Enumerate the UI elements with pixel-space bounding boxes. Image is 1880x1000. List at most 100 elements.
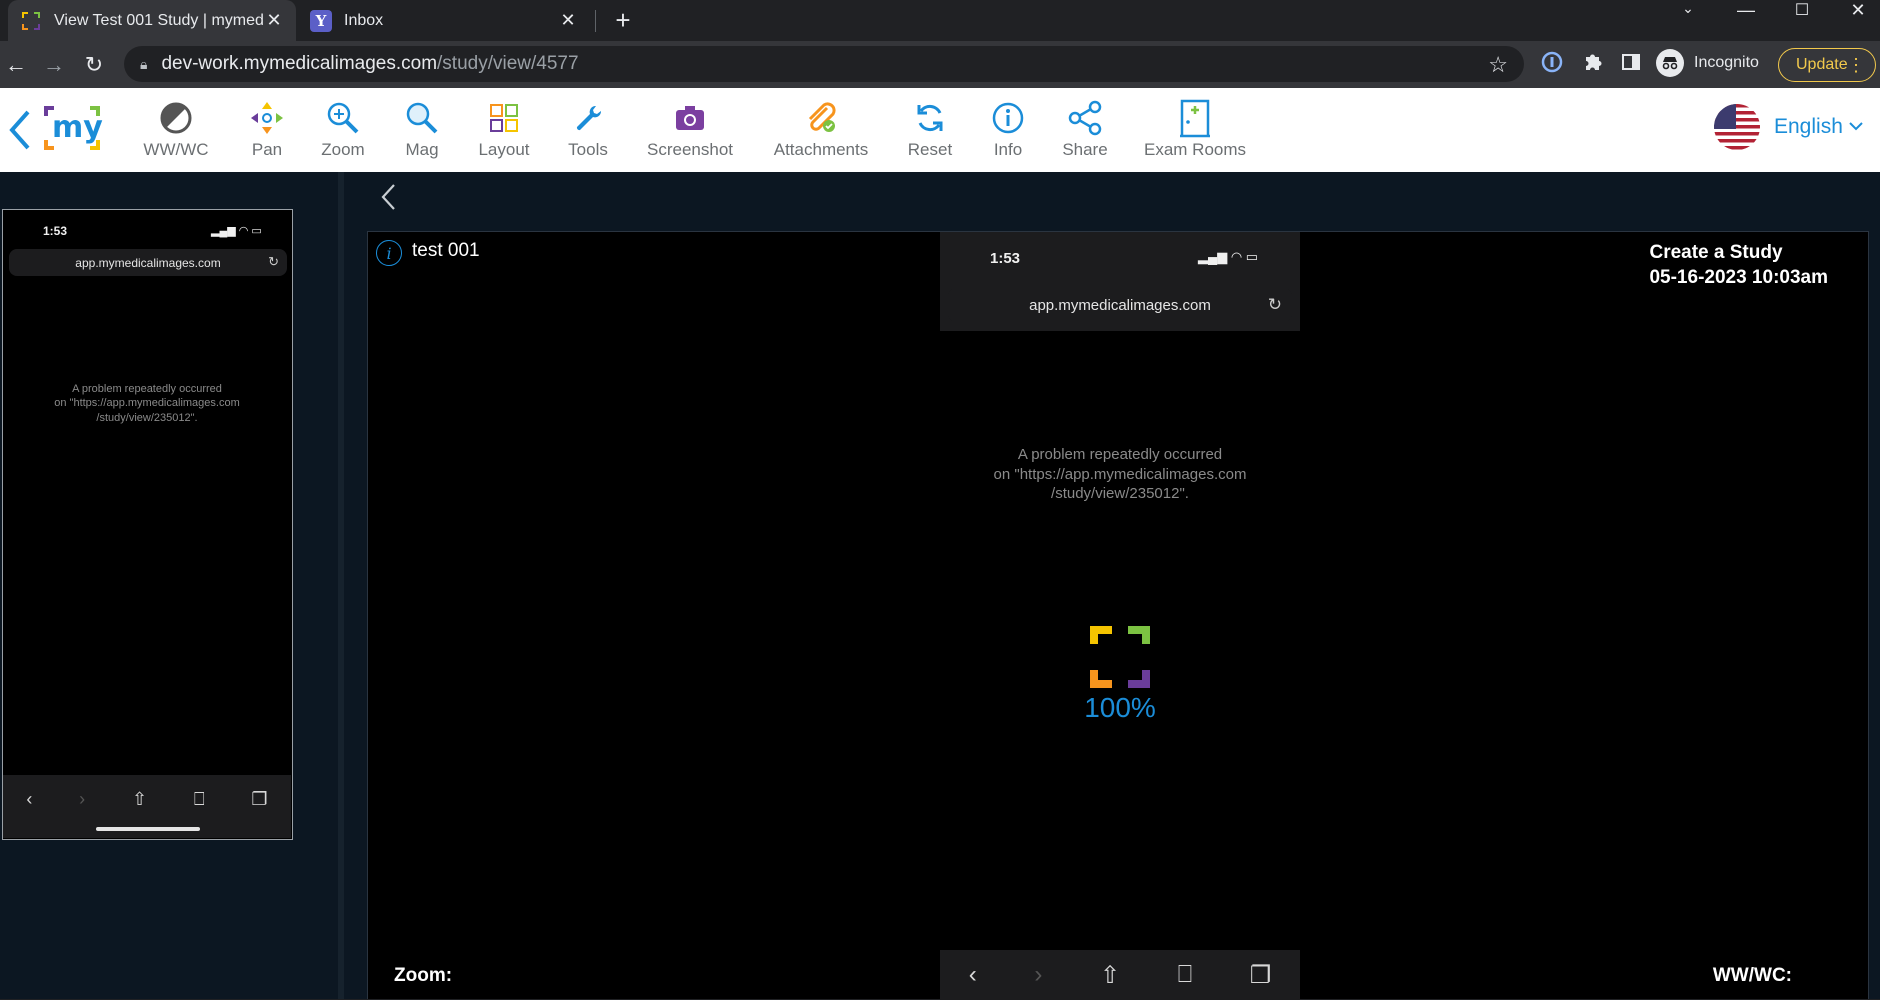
error-line: /study/view/235012". bbox=[1051, 485, 1189, 502]
thumb-forward-icon: › bbox=[79, 789, 86, 809]
bookmark-star-icon[interactable]: ☆ bbox=[1488, 52, 1508, 78]
zoom-overlay-label: Zoom: bbox=[394, 965, 453, 986]
tool-pan-button[interactable]: Pan bbox=[237, 88, 297, 172]
wrench-icon bbox=[572, 96, 604, 140]
thumb-error-message: A problem repeatedly occurred on "https:… bbox=[3, 382, 291, 425]
image-back-icon: ‹ bbox=[968, 961, 977, 988]
more-menu-icon[interactable]: ⋮ bbox=[1847, 55, 1865, 76]
lock-icon: 🔒︎ bbox=[140, 55, 148, 72]
image-viewport[interactable]: i test 001 Create a Study 05-16-2023 10:… bbox=[367, 231, 1869, 1000]
zoom-icon bbox=[326, 96, 360, 140]
thumb-url-text: app.mymedicalimages.com bbox=[75, 255, 221, 270]
loading-indicator: 100% bbox=[1078, 622, 1162, 732]
tool-screenshot-button[interactable]: Screenshot bbox=[640, 88, 740, 172]
incognito-profile[interactable]: Incognito bbox=[1656, 49, 1759, 77]
close-tab-icon[interactable]: ✕ bbox=[558, 10, 578, 31]
tool-mag-button[interactable]: Mag bbox=[392, 88, 452, 172]
thumb-tabs-icon: ❐ bbox=[251, 789, 268, 809]
password-manager-icon[interactable] bbox=[1539, 51, 1565, 77]
tool-label: Mag bbox=[405, 140, 439, 159]
error-line: A problem repeatedly occurred bbox=[72, 383, 222, 395]
error-line: /study/view/235012". bbox=[96, 411, 198, 424]
app-back-chevron-icon[interactable] bbox=[6, 104, 34, 156]
extensions-puzzle-icon[interactable] bbox=[1580, 51, 1606, 77]
tool-label: Reset bbox=[907, 140, 953, 159]
tool-zoom-button[interactable]: Zoom bbox=[313, 88, 373, 172]
tool-label: Exam Rooms bbox=[1143, 140, 1247, 159]
incognito-icon bbox=[1656, 49, 1684, 77]
tool-label: WW/WC bbox=[143, 140, 209, 159]
url-path: /study/view/4577 bbox=[437, 53, 579, 74]
tool-exam-rooms-button[interactable]: Exam Rooms bbox=[1138, 88, 1252, 172]
image-reload-icon: ↻ bbox=[1267, 295, 1282, 314]
tab-inbox[interactable]: Y Inbox ✕ bbox=[298, 0, 590, 41]
image-safari-toolbar: ‹ › ⇧ ⎕ ❐ bbox=[940, 950, 1300, 1000]
thumb-status-icons: ▂▄▆ ◠ ▭ bbox=[211, 225, 262, 237]
study-title: test 001 bbox=[412, 240, 480, 261]
language-selector[interactable]: English bbox=[1714, 104, 1863, 150]
new-tab-button[interactable]: + bbox=[607, 4, 639, 36]
tool-share-button[interactable]: Share bbox=[1055, 88, 1115, 172]
us-flag-icon bbox=[1714, 104, 1760, 150]
minimize-icon[interactable]: — bbox=[1726, 0, 1766, 20]
forward-arrow-icon[interactable]: → bbox=[38, 49, 70, 81]
camera-icon bbox=[674, 96, 706, 140]
tool-label: Share bbox=[1062, 140, 1108, 159]
incognito-label: Incognito bbox=[1694, 54, 1759, 71]
browser-toolbar: ← → ↻ 🔒︎ dev-work.mymedicalimages.com /s… bbox=[0, 41, 1880, 88]
image-url-text: app.mymedicalimages.com bbox=[1029, 296, 1211, 314]
tool-info-button[interactable]: Info bbox=[978, 88, 1038, 172]
error-line: on "https://app.mymedicalimages.com bbox=[993, 465, 1247, 483]
series-thumbnail[interactable]: 1:53 ▂▄▆ ◠ ▭ app.mymedicalimages.com ↻ A… bbox=[2, 209, 293, 840]
tool-label: Pan bbox=[251, 140, 283, 159]
tab-view-study[interactable]: View Test 001 Study | mymedicali ✕ bbox=[8, 0, 296, 41]
update-button[interactable]: Update ⋮ bbox=[1778, 48, 1876, 82]
share-icon bbox=[1067, 96, 1103, 140]
language-label: English bbox=[1774, 115, 1843, 138]
image-tabs-icon: ❐ bbox=[1249, 961, 1272, 989]
image-bookmarks-icon: ⎕ bbox=[1177, 961, 1193, 988]
pan-icon bbox=[249, 96, 285, 140]
side-panel-icon[interactable] bbox=[1618, 51, 1644, 77]
sidebar-resize-handle[interactable] bbox=[338, 172, 344, 999]
close-tab-icon[interactable]: ✕ bbox=[264, 10, 284, 31]
tool-label: Tools bbox=[568, 140, 608, 159]
thumb-back-icon: ‹ bbox=[26, 789, 33, 809]
door-icon bbox=[1178, 96, 1212, 140]
tool-wwwc-button[interactable]: WW/WC bbox=[136, 88, 216, 172]
app-logo[interactable]: my bbox=[40, 102, 104, 154]
collapse-sidebar-chevron-icon[interactable] bbox=[374, 182, 404, 222]
tool-attachments-button[interactable]: Attachments bbox=[766, 88, 876, 172]
logo-text: my bbox=[52, 110, 103, 145]
study-created-date: 05-16-2023 10:03am bbox=[1649, 267, 1828, 288]
tool-label: Zoom bbox=[321, 140, 365, 159]
mymedicalimages-favicon bbox=[20, 10, 42, 32]
tab-title: Inbox bbox=[344, 11, 384, 29]
close-window-icon[interactable]: ✕ bbox=[1838, 0, 1878, 20]
tool-layout-button[interactable]: Layout bbox=[470, 88, 538, 172]
back-arrow-icon[interactable]: ← bbox=[0, 49, 32, 81]
image-url-bar: app.mymedicalimages.com ↻ bbox=[948, 288, 1292, 322]
contrast-icon bbox=[159, 96, 193, 140]
image-error-message: A problem repeatedly occurred on "https:… bbox=[940, 445, 1300, 504]
chevron-down-icon bbox=[1849, 118, 1863, 136]
thumb-reload-icon: ↻ bbox=[268, 254, 279, 269]
tool-tools-button[interactable]: Tools bbox=[558, 88, 618, 172]
paperclip-icon bbox=[803, 96, 839, 140]
tab-separator bbox=[595, 10, 596, 32]
url-host: dev-work.mymedicalimages.com bbox=[161, 53, 438, 74]
study-created-label: Create a Study bbox=[1649, 242, 1783, 263]
maximize-icon[interactable]: ☐ bbox=[1782, 0, 1822, 20]
tool-label: Info bbox=[993, 140, 1023, 159]
yahoo-favicon: Y bbox=[310, 9, 332, 32]
address-bar[interactable]: 🔒︎ dev-work.mymedicalimages.com /study/v… bbox=[124, 46, 1524, 82]
study-meta: Create a Study 05-16-2023 10:03am bbox=[1649, 240, 1828, 290]
thumb-share-icon: ⇧ bbox=[131, 789, 148, 809]
tab-search-icon[interactable]: ⌄ bbox=[1668, 0, 1708, 20]
reload-icon[interactable]: ↻ bbox=[78, 49, 110, 81]
thumb-status-time: 1:53 bbox=[43, 224, 68, 238]
image-forward-icon: › bbox=[1034, 961, 1043, 988]
tool-reset-button[interactable]: Reset bbox=[900, 88, 960, 172]
study-info-icon[interactable]: i bbox=[376, 240, 402, 266]
viewer-area: 1:53 ▂▄▆ ◠ ▭ app.mymedicalimages.com ↻ A… bbox=[0, 172, 1880, 1000]
